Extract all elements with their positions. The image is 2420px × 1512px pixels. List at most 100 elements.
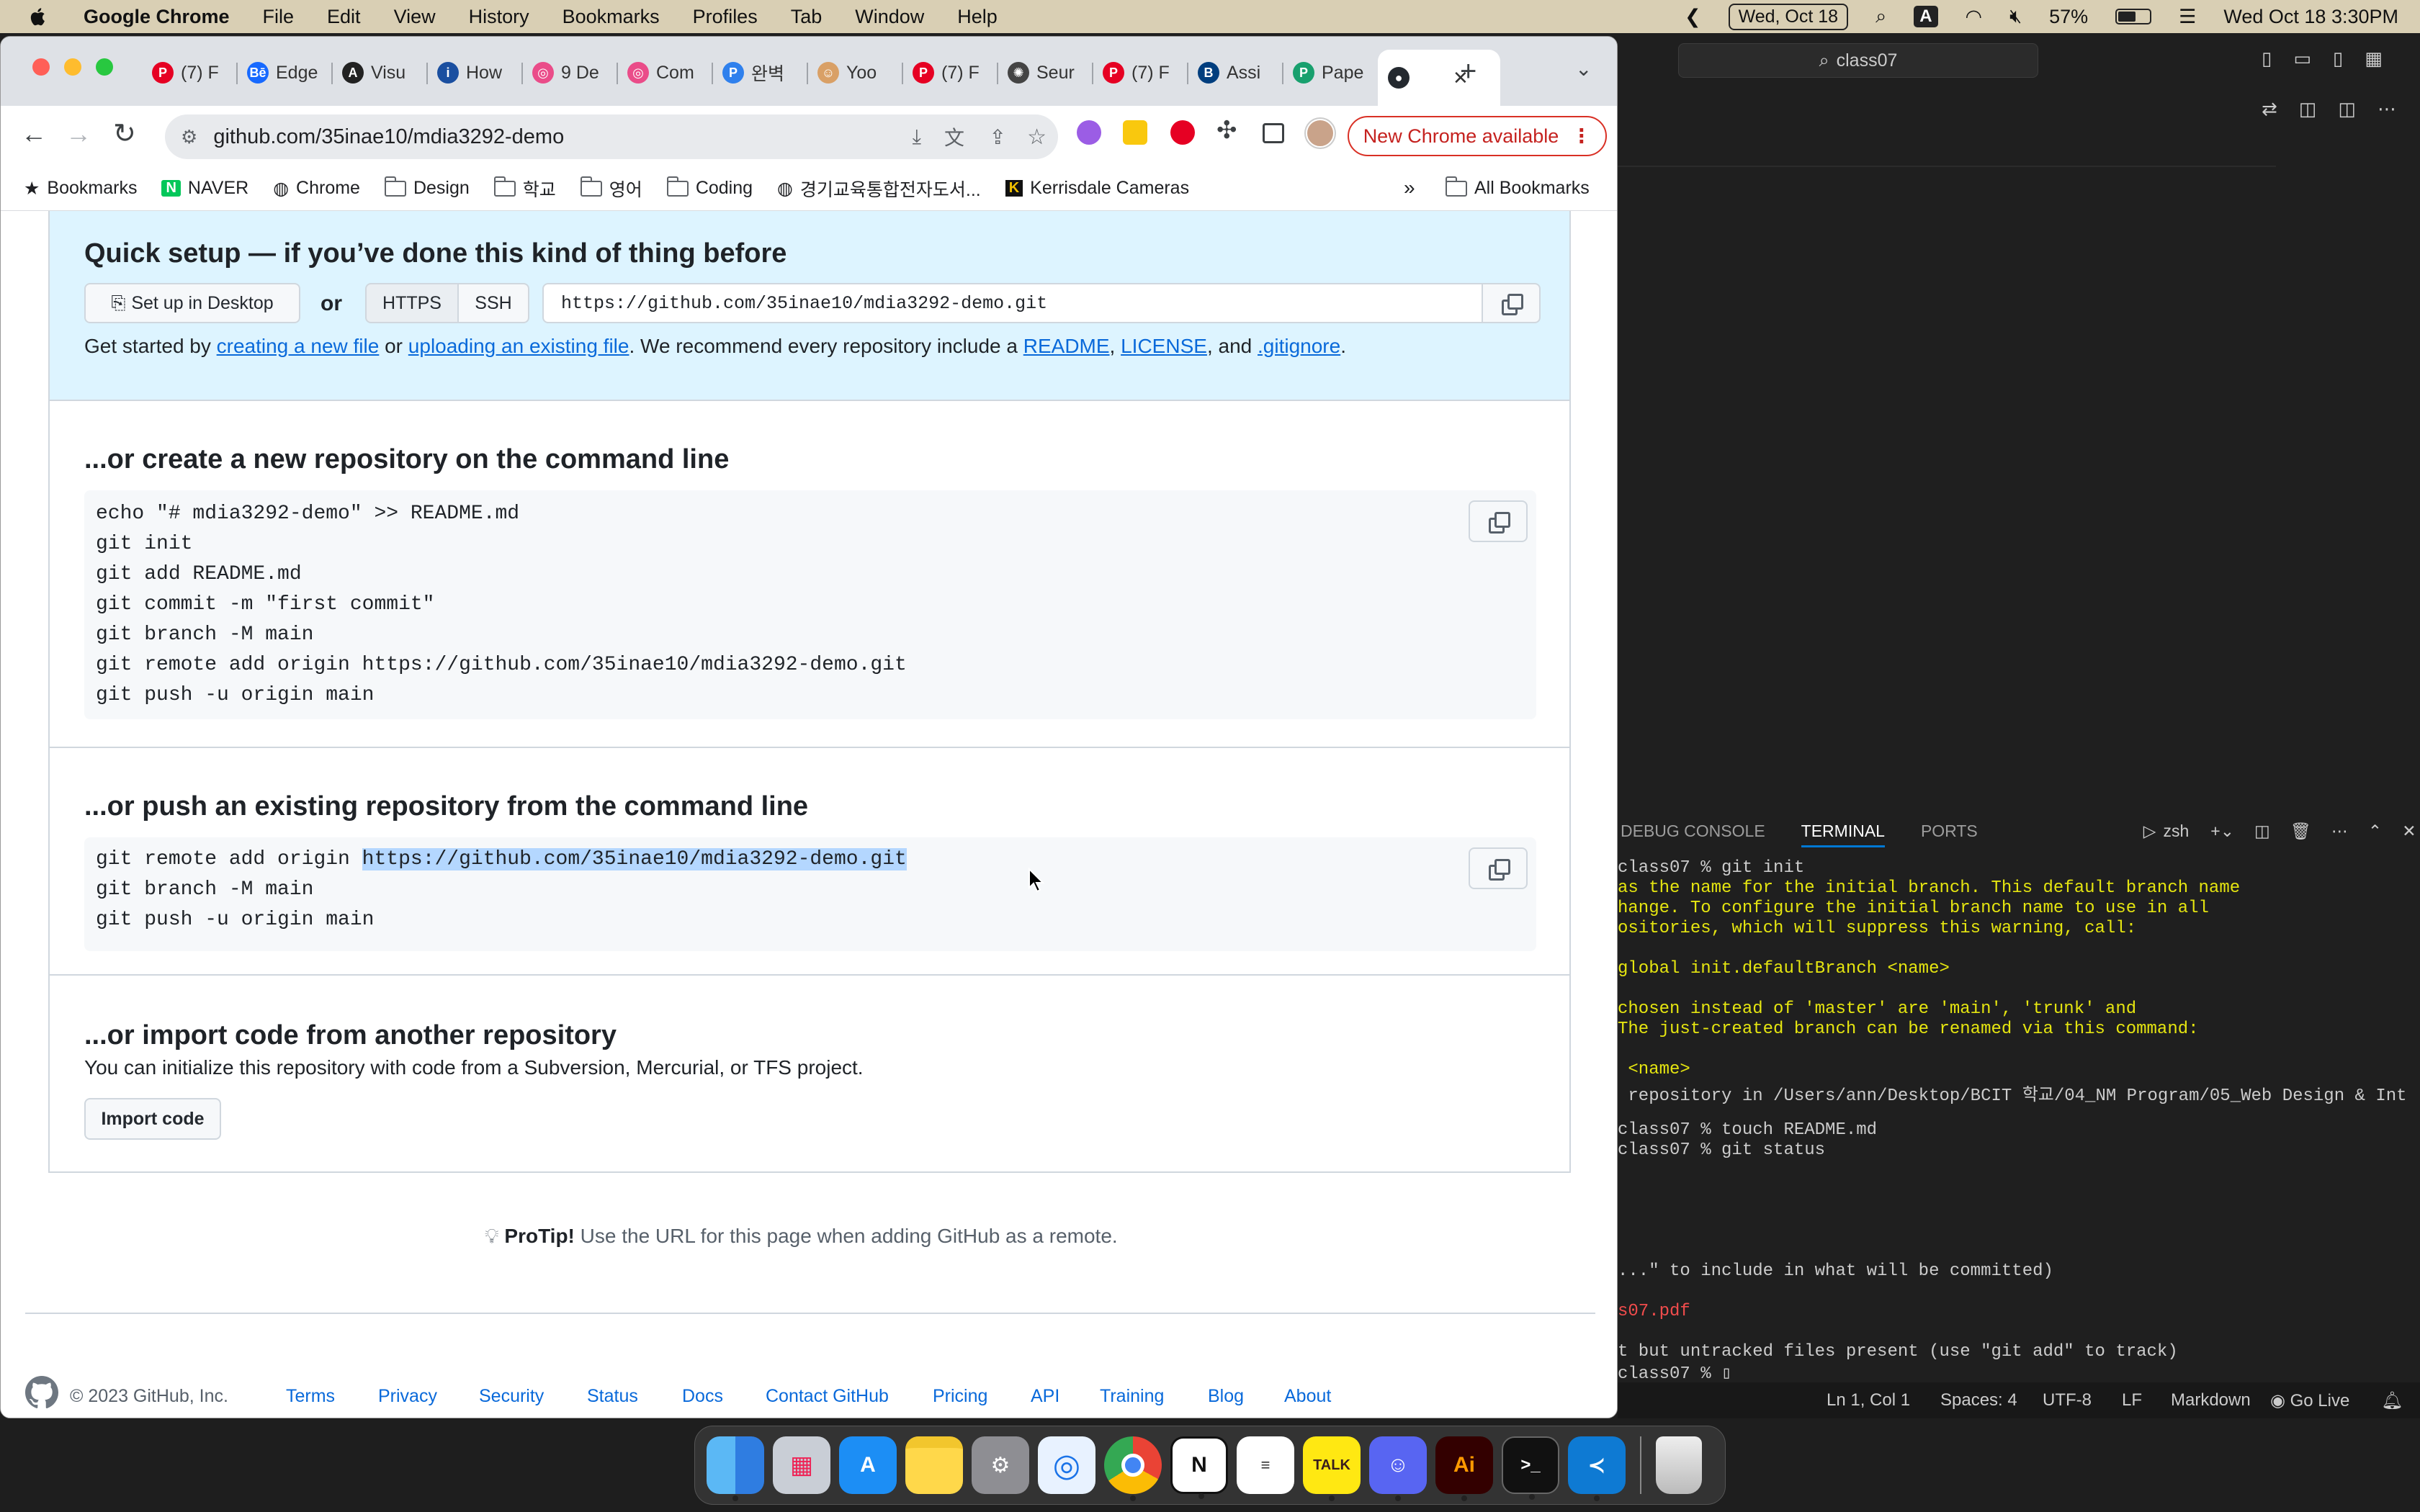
tab-debug-console[interactable]: DEBUG CONSOLE — [1621, 822, 1765, 841]
license-link[interactable]: LICENSE — [1121, 335, 1207, 357]
readme-link[interactable]: README — [1023, 335, 1110, 357]
browser-tab[interactable]: P Pape — [1283, 51, 1378, 94]
footer-link-blog[interactable]: Blog — [1208, 1386, 1244, 1407]
copy-push-commands-button[interactable] — [1469, 847, 1528, 889]
status-eol[interactable]: LF — [2122, 1390, 2142, 1410]
chevron-left-icon[interactable]: ❮ — [1685, 6, 1701, 28]
system-settings-icon[interactable]: ⚙ — [972, 1436, 1029, 1494]
spotlight-search-icon[interactable]: ⌕ — [1876, 5, 1886, 28]
create-repo-code[interactable]: echo "# mdia3292-demo" >> README.md git i… — [84, 490, 1536, 719]
new-tab-icon[interactable]: + — [1460, 55, 1476, 88]
setup-in-desktop-button[interactable]: ⎘ Set up in Desktop — [84, 283, 300, 323]
pinterest-extension-icon[interactable] — [1170, 120, 1195, 145]
site-info-icon[interactable]: ⚙ — [181, 126, 197, 148]
control-center-icon[interactable]: ☰ — [2179, 6, 2196, 28]
maximize-panel-icon[interactable]: ⌃ — [2368, 822, 2382, 841]
minimize-window-icon[interactable] — [64, 58, 81, 76]
browser-tab[interactable]: P (7) F — [142, 51, 237, 94]
status-language[interactable]: Markdown — [2171, 1390, 2251, 1410]
discord-icon[interactable]: ☺ — [1369, 1436, 1427, 1501]
shell-name[interactable]: zsh — [2163, 822, 2189, 841]
footer-link-training[interactable]: Training — [1100, 1386, 1164, 1407]
footer-link-privacy[interactable]: Privacy — [378, 1386, 437, 1407]
app-store-icon[interactable]: A — [839, 1436, 897, 1494]
tab-search-icon[interactable]: ⌄ — [1575, 57, 1592, 81]
new-chrome-available-button[interactable]: New Chrome available ⋮ — [1348, 116, 1607, 156]
bookmark-kerrisdale[interactable]: K Kerrisdale Cameras — [1005, 178, 1189, 199]
browser-tab[interactable]: Bē Edge — [237, 51, 332, 94]
copy-create-commands-button[interactable] — [1469, 500, 1528, 542]
bookmark-coding-folder[interactable]: Coding — [666, 176, 753, 199]
uploading-file-link[interactable]: uploading an existing file — [408, 335, 629, 357]
ssh-toggle[interactable]: SSH — [457, 283, 529, 323]
terminal-app-icon[interactable]: >_ — [1502, 1436, 1559, 1500]
extensions-puzzle-icon[interactable]: ✣ — [1216, 116, 1237, 145]
footer-link-terms[interactable]: Terms — [286, 1386, 335, 1407]
menu-edit[interactable]: Edit — [327, 6, 361, 28]
browser-tab[interactable]: B Assi — [1188, 51, 1283, 94]
reload-icon[interactable]: ↻ — [113, 117, 136, 150]
url-text[interactable]: github.com/35inae10/mdia3292-demo — [213, 125, 564, 149]
menu-tab[interactable]: Tab — [791, 6, 823, 28]
share-icon[interactable]: ⇪ — [990, 125, 1006, 149]
toggle-sidebar-icon[interactable]: ▯ — [2262, 48, 2272, 70]
footer-link-contact[interactable]: Contact GitHub — [766, 1386, 889, 1407]
toggle-secondary-sidebar-icon[interactable]: ▯ — [2333, 48, 2343, 70]
chrome-icon[interactable] — [1104, 1436, 1162, 1501]
date-pill[interactable]: Wed, Oct 18 — [1728, 3, 1849, 30]
browser-tab[interactable]: ● ✕ — [1378, 50, 1500, 106]
extension-1-icon[interactable] — [1077, 120, 1101, 145]
bookmark-english-folder[interactable]: 영어 — [580, 176, 642, 202]
notifications-icon[interactable]: 🔔︎ — [2381, 1390, 2403, 1411]
bookmark-bookmarks[interactable]: ★ Bookmarks — [24, 178, 137, 199]
status-cursor[interactable]: Ln 1, Col 1 — [1827, 1390, 1910, 1410]
browser-tab[interactable]: P 완벽 — [712, 51, 807, 94]
browser-tab[interactable]: P (7) F — [902, 51, 998, 94]
status-indent[interactable]: Spaces: 4 — [1940, 1390, 2017, 1410]
wifi-icon[interactable]: ◠ — [1966, 6, 1983, 28]
footer-link-about[interactable]: About — [1284, 1386, 1331, 1407]
menu-profiles[interactable]: Profiles — [693, 6, 758, 28]
compare-icon[interactable]: ⇄ — [2262, 98, 2277, 120]
footer-link-status[interactable]: Status — [587, 1386, 638, 1407]
footer-link-pricing[interactable]: Pricing — [933, 1386, 987, 1407]
import-code-button[interactable]: Import code — [84, 1098, 221, 1140]
menu-view[interactable]: View — [394, 6, 436, 28]
browser-tab[interactable]: P (7) F — [1093, 51, 1188, 94]
trash-icon[interactable] — [1656, 1436, 1702, 1494]
toggle-panel-icon[interactable]: ▭ — [2293, 48, 2311, 70]
push-repo-code[interactable]: git remote add origin https://github.com… — [84, 837, 1536, 951]
close-window-icon[interactable] — [32, 58, 50, 76]
profile-avatar[interactable] — [1306, 119, 1335, 148]
notes-icon[interactable] — [905, 1436, 963, 1494]
zoom-window-icon[interactable] — [96, 58, 113, 76]
split-editor-icon[interactable]: ◫ — [2338, 98, 2356, 120]
browser-tab[interactable]: ✺ Seur — [998, 51, 1093, 94]
trash-icon[interactable]: 🗑︎ — [2290, 822, 2311, 841]
finder-icon[interactable] — [707, 1436, 764, 1501]
address-bar[interactable]: ⚙ github.com/35inae10/mdia3292-demo ⤓ 文 … — [165, 114, 1058, 159]
illustrator-icon[interactable]: Ai — [1435, 1436, 1493, 1501]
launchpad-icon[interactable]: ▦ — [773, 1436, 830, 1494]
bookmark-naver[interactable]: N NAVER — [161, 178, 248, 199]
browser-tab[interactable]: ◎ 9 De — [522, 51, 617, 94]
menu-bookmarks[interactable]: Bookmarks — [563, 6, 660, 28]
clock[interactable]: Wed Oct 18 3:30PM — [2223, 6, 2398, 28]
more-icon[interactable]: ⋯ — [2331, 822, 2348, 841]
input-source-icon[interactable]: A — [1914, 6, 1938, 27]
all-bookmarks-folder[interactable]: All Bookmarks — [1446, 176, 1590, 199]
browser-tab[interactable]: A Visu — [332, 51, 427, 94]
notion-icon[interactable]: N — [1170, 1436, 1228, 1499]
go-live-button[interactable]: ◉ Go Live — [2270, 1390, 2349, 1411]
footer-link-api[interactable]: API — [1031, 1386, 1059, 1407]
vscode-icon[interactable]: ≺ — [1568, 1436, 1626, 1501]
menu-help[interactable]: Help — [957, 6, 998, 28]
browser-tab[interactable]: i How — [427, 51, 522, 94]
side-panel-icon[interactable] — [1263, 123, 1284, 143]
install-icon[interactable]: ⤓ — [913, 125, 921, 149]
bookmark-library[interactable]: ◍ 경기교육통합전자도서... — [777, 176, 981, 202]
menu-app-name[interactable]: Google Chrome — [84, 6, 230, 28]
footer-link-docs[interactable]: Docs — [682, 1386, 723, 1407]
safari-icon[interactable]: ◎ — [1038, 1436, 1095, 1494]
kakaotalk-icon[interactable]: TALK — [1303, 1436, 1361, 1501]
